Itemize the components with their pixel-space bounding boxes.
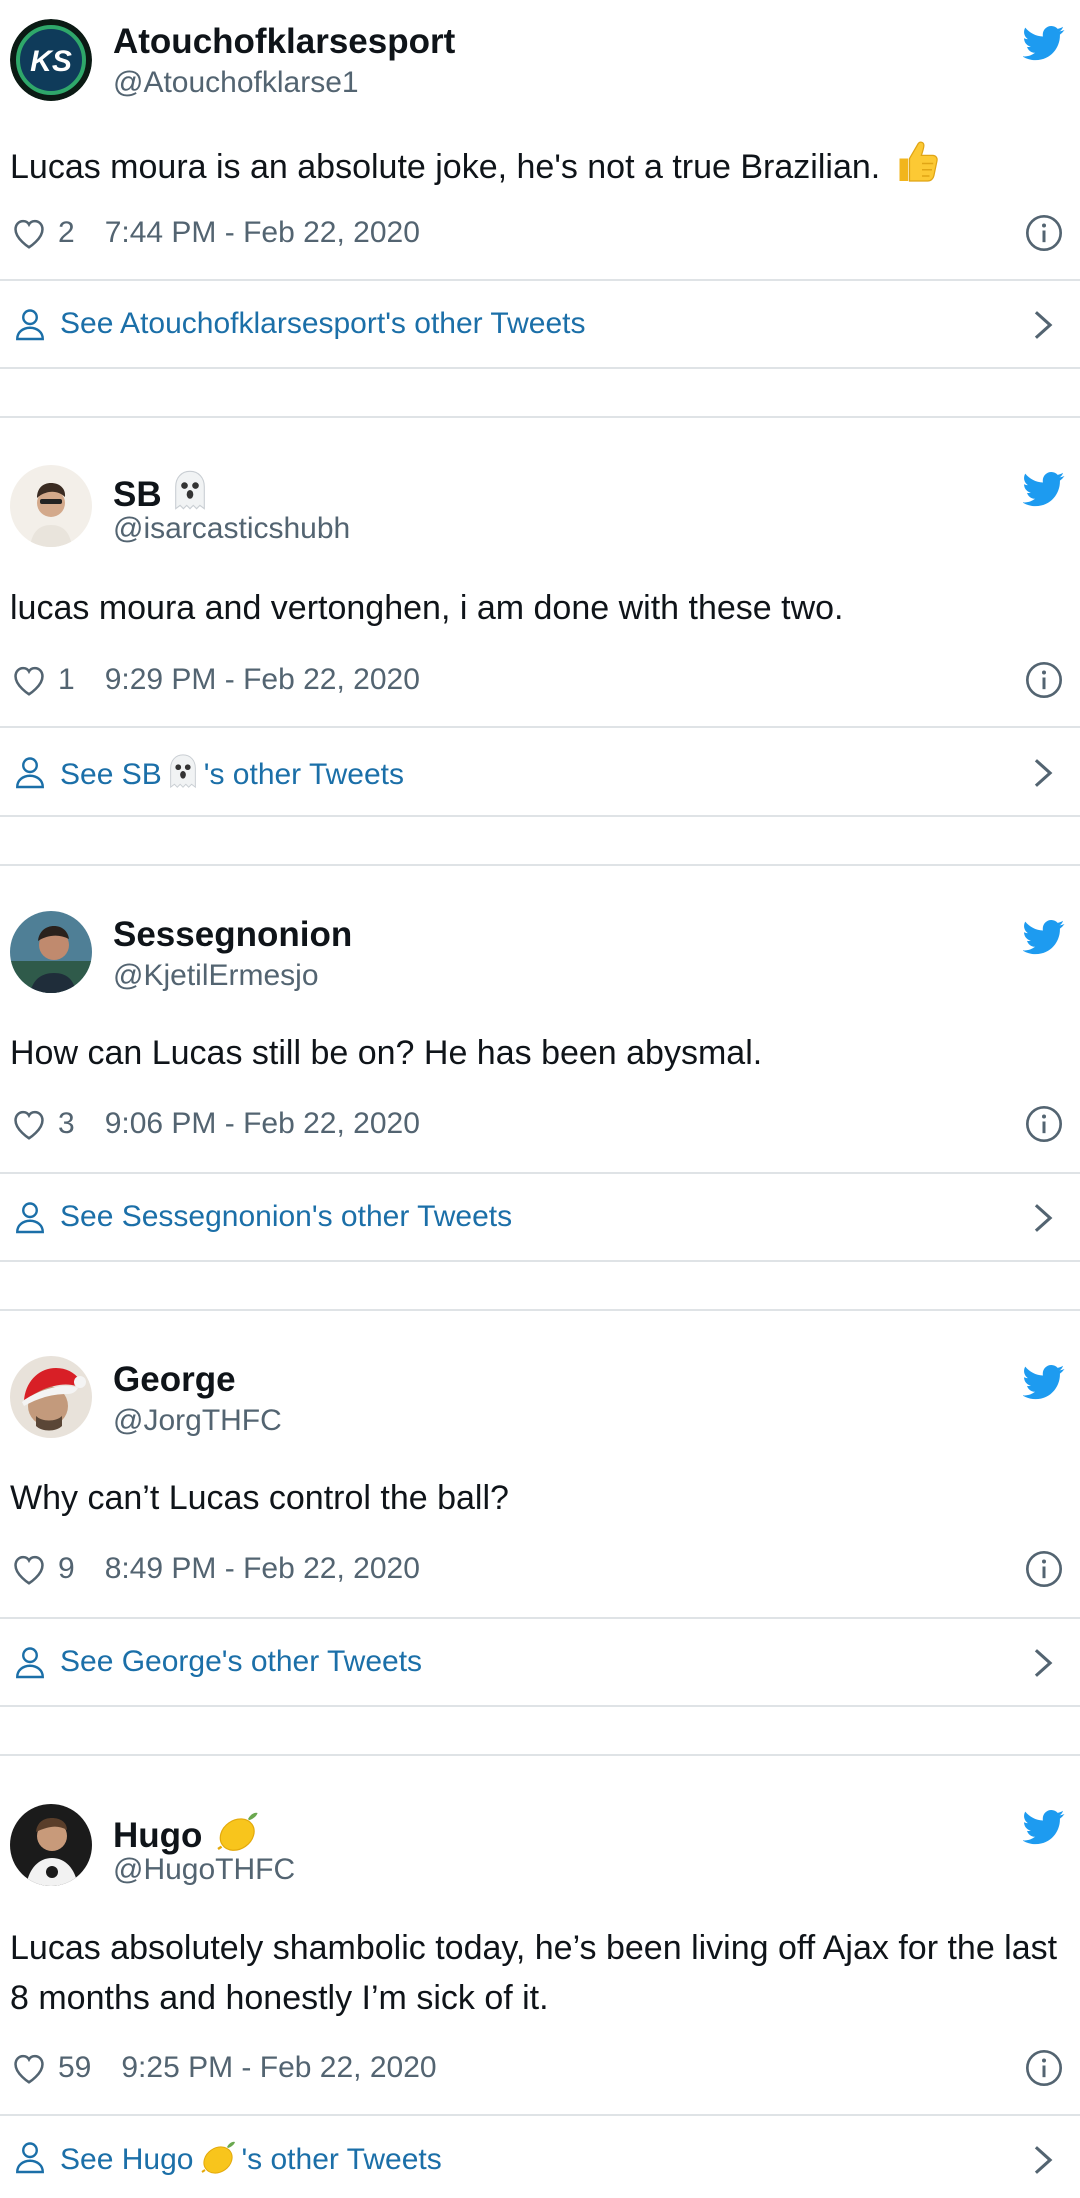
tweet-meta: 2 7:44 PM - Feb 22, 2020 xyxy=(10,211,1080,255)
tweet-card: Hugo @HugoTHFC Lucas absolutely shamboli… xyxy=(0,1756,1080,2116)
tweet-meta: 59 9:25 PM - Feb 22, 2020 xyxy=(10,2046,1080,2090)
like-count[interactable]: 2 xyxy=(58,216,75,250)
tweet-card: Sessegnonion @KjetilErmesjo How can Luca… xyxy=(0,866,1080,1174)
chevron-right-icon xyxy=(1028,1646,1058,1680)
tweet-text: Why can’t Lucas control the ball? xyxy=(10,1479,509,1517)
see-other-tweets-label: See Hugo 's other Tweets xyxy=(60,2137,442,2177)
tweet-meta: 3 9:06 PM - Feb 22, 2020 xyxy=(10,1102,1080,1146)
lemon-icon xyxy=(212,1807,260,1855)
twitter-bird-icon[interactable] xyxy=(1023,916,1065,958)
chevron-right-icon xyxy=(1028,756,1058,790)
avatar-logo-text: KS xyxy=(30,45,72,78)
see-other-tweets-link[interactable]: See Atouchofklarsesport's other Tweets xyxy=(0,281,1080,367)
tweet-timestamp[interactable]: 9:06 PM - Feb 22, 2020 xyxy=(105,1107,420,1141)
heart-icon[interactable] xyxy=(10,661,48,699)
see-link-prefix: See Hugo xyxy=(60,2143,194,2176)
see-other-tweets-label: See George's other Tweets xyxy=(60,1645,423,1678)
twitter-bird-icon[interactable] xyxy=(1023,1806,1065,1848)
thumbs-up-icon xyxy=(892,136,942,186)
person-icon xyxy=(12,2139,48,2175)
info-icon[interactable] xyxy=(1024,1549,1064,1589)
see-link-suffix: 's other Tweets xyxy=(203,758,405,791)
info-icon[interactable] xyxy=(1024,2048,1064,2088)
tweet-text: How can Lucas still be on? He has been a… xyxy=(10,1034,763,1072)
see-other-tweets-link[interactable]: See George's other Tweets xyxy=(0,1619,1080,1705)
tweet-meta: 9 8:49 PM - Feb 22, 2020 xyxy=(10,1547,1080,1591)
tweet-text: Lucas moura is an absolute joke, he's no… xyxy=(10,136,1060,192)
like-count[interactable]: 9 xyxy=(58,1552,75,1586)
chevron-right-icon xyxy=(1028,2143,1058,2177)
person-icon xyxy=(12,1199,48,1235)
user-handle[interactable]: @HugoTHFC xyxy=(113,1852,295,1888)
user-handle[interactable]: @Atouchofklarse1 xyxy=(113,65,359,101)
avatar[interactable] xyxy=(10,1356,92,1438)
avatar[interactable] xyxy=(10,1804,92,1886)
display-name[interactable]: Hugo xyxy=(113,1807,260,1856)
person-icon xyxy=(12,1644,48,1680)
see-other-tweets-label: See Atouchofklarsesport's other Tweets xyxy=(60,307,586,340)
divider xyxy=(0,367,1080,369)
tweet-meta: 1 9:29 PM - Feb 22, 2020 xyxy=(10,658,1080,702)
info-icon[interactable] xyxy=(1024,660,1064,700)
display-name[interactable]: Atouchofklarsesport xyxy=(113,22,455,62)
see-link-suffix: 's other Tweets xyxy=(241,2143,442,2176)
person-icon xyxy=(12,754,48,790)
divider xyxy=(0,726,1080,728)
tweet-timestamp[interactable]: 7:44 PM - Feb 22, 2020 xyxy=(105,216,420,250)
tweet-timestamp[interactable]: 9:29 PM - Feb 22, 2020 xyxy=(105,663,420,697)
chevron-right-icon xyxy=(1028,308,1058,342)
tweet-timestamp[interactable]: 9:25 PM - Feb 22, 2020 xyxy=(121,2051,436,2085)
like-count[interactable]: 59 xyxy=(58,2051,91,2085)
heart-icon[interactable] xyxy=(10,1105,48,1143)
display-name-text: SB xyxy=(113,475,162,514)
twitter-bird-icon[interactable] xyxy=(1023,1361,1065,1403)
tweet-timestamp[interactable]: 8:49 PM - Feb 22, 2020 xyxy=(105,1552,420,1586)
see-other-tweets-label: See SB 's other Tweets xyxy=(60,752,404,792)
see-other-tweets-link[interactable]: See Hugo 's other Tweets xyxy=(0,2116,1080,2198)
tweet-card: SB @isarcasticshubh lucas moura and vert… xyxy=(0,418,1080,728)
divider xyxy=(0,815,1080,817)
ghost-icon xyxy=(168,468,212,512)
like-count[interactable]: 1 xyxy=(58,663,75,697)
display-name-text: Hugo xyxy=(113,1816,203,1855)
tweet-text: lucas moura and vertonghen, i am done wi… xyxy=(10,589,844,627)
heart-icon[interactable] xyxy=(10,2049,48,2087)
display-name[interactable]: George xyxy=(113,1360,236,1400)
ghost-icon xyxy=(164,752,202,790)
avatar[interactable] xyxy=(10,911,92,993)
see-other-tweets-link[interactable]: See Sessegnonion's other Tweets xyxy=(0,1174,1080,1260)
user-handle[interactable]: @JorgTHFC xyxy=(113,1403,282,1439)
divider xyxy=(0,1260,1080,1262)
lemon-icon xyxy=(197,2137,237,2177)
see-link-prefix: See SB xyxy=(60,758,162,791)
tweet-text-content: Lucas moura is an absolute joke, he's no… xyxy=(10,148,881,186)
user-handle[interactable]: @KjetilErmesjo xyxy=(113,958,319,994)
display-name[interactable]: SB xyxy=(113,468,212,515)
heart-icon[interactable] xyxy=(10,1550,48,1588)
user-handle[interactable]: @isarcasticshubh xyxy=(113,511,350,547)
avatar[interactable]: KS xyxy=(10,19,92,101)
tweet-text: Lucas absolutely shambolic today, he’s b… xyxy=(10,1929,1058,2017)
twitter-bird-icon[interactable] xyxy=(1023,468,1065,510)
see-other-tweets-label: See Sessegnonion's other Tweets xyxy=(60,1200,513,1233)
see-other-tweets-link[interactable]: See SB 's other Tweets xyxy=(0,729,1080,815)
avatar[interactable] xyxy=(10,465,92,547)
divider xyxy=(0,1705,1080,1707)
person-icon xyxy=(12,306,48,342)
tweet-card: George @JorgTHFC Why can’t Lucas control… xyxy=(0,1311,1080,1619)
chevron-right-icon xyxy=(1028,1201,1058,1235)
heart-icon[interactable] xyxy=(10,214,48,252)
display-name[interactable]: Sessegnonion xyxy=(113,915,352,955)
info-icon[interactable] xyxy=(1024,213,1064,253)
tweet-card: KS Atouchofklarsesport @Atouchofklarse1 … xyxy=(0,0,1080,281)
twitter-bird-icon[interactable] xyxy=(1023,22,1065,64)
like-count[interactable]: 3 xyxy=(58,1107,75,1141)
info-icon[interactable] xyxy=(1024,1104,1064,1144)
